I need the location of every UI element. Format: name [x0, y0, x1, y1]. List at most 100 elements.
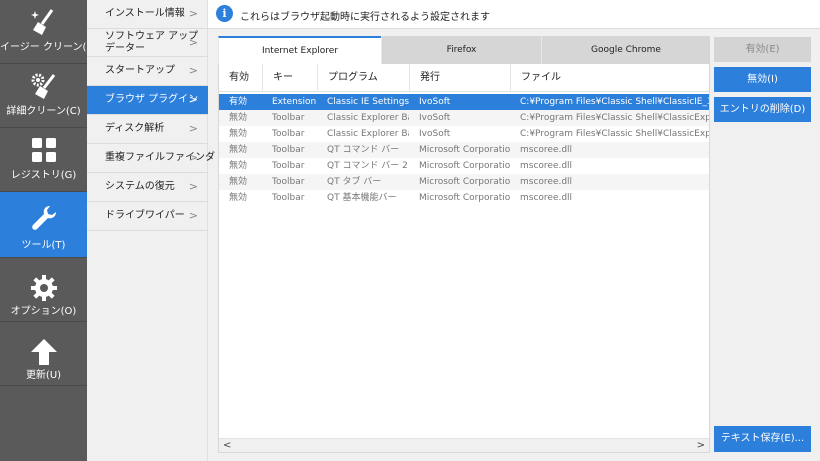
subnav-browser-plugins[interactable]: ブラウザ プラグイン >: [87, 86, 208, 115]
cell-program: Classic Explorer Bar: [327, 113, 409, 123]
broom-sparkle-icon: [31, 9, 54, 35]
info-message: これらはブラウザ起動時に実行されるよう設定されます: [240, 12, 490, 23]
nav-easy-clean[interactable]: イージー クリーン(E): [0, 0, 97, 64]
info-icon: i: [216, 5, 233, 22]
table-row[interactable]: 無効 Toolbar QT コマンド バー 2 Microsoft Corporati…: [219, 158, 709, 174]
cell-publisher: IvoSoft: [419, 129, 451, 139]
tab-firefox[interactable]: Firefox: [381, 36, 541, 64]
cell-program: QT コマンド バー 2: [327, 161, 408, 171]
delete-entry-button[interactable]: エントリの削除(D): [714, 97, 811, 122]
table-row[interactable]: 無効 Toolbar Classic Explorer Bar IvoSoft C:¥P…: [219, 126, 709, 142]
chevron-right-icon: >: [188, 180, 198, 193]
subnav-label: インストール情報: [105, 8, 185, 19]
subnav-label: システムの復元: [105, 181, 175, 192]
chevron-right-icon: >: [188, 36, 198, 49]
cell-file: C:¥Program Files¥Classic Shell¥ClassicEx…: [520, 129, 709, 139]
nav-label: オプション(O): [10, 306, 77, 317]
chevron-right-icon: >: [188, 151, 198, 164]
save-text-button[interactable]: テキスト保存(E)...: [714, 426, 811, 452]
chevron-right-icon: >: [188, 209, 198, 222]
cell-publisher: Microsoft Corporation: [419, 193, 510, 203]
cell-enabled: 無効: [229, 161, 248, 171]
cell-key: Extension: [272, 97, 317, 107]
col-publisher[interactable]: 発行: [409, 64, 510, 92]
chevron-right-icon: >: [188, 64, 198, 77]
cell-enabled: 無効: [229, 129, 248, 139]
subnav-disk-analysis[interactable]: ディスク解析 >: [87, 115, 208, 144]
cell-file: C:¥Program Files¥Classic Shell¥ClassicEx…: [520, 113, 709, 123]
cell-key: Toolbar: [272, 193, 305, 203]
table-row[interactable]: 無効 Toolbar QT タブ バー Microsoft Corporation ms…: [219, 174, 709, 190]
info-bar: i これらはブラウザ起動時に実行されるよう設定されます: [208, 0, 820, 29]
nav-label: 更新(U): [25, 370, 62, 381]
tab-google-chrome[interactable]: Google Chrome: [541, 36, 710, 64]
cell-file: mscoree.dll: [520, 145, 573, 155]
subnav-system-restore[interactable]: システムの復元 >: [87, 173, 208, 202]
cell-program: Classic Explorer Bar: [327, 129, 409, 139]
scroll-left-icon[interactable]: <: [223, 440, 231, 452]
cell-key: Toolbar: [272, 129, 305, 139]
subnav-duplicate-finder[interactable]: 重複ファイルファインダ >: [87, 144, 215, 173]
subnav-label: スタートアップ: [105, 65, 175, 76]
disable-button[interactable]: 無効(I): [714, 67, 811, 92]
horizontal-scrollbar[interactable]: < >: [219, 438, 709, 452]
nav-options[interactable]: オプション(O): [0, 258, 87, 322]
chevron-right-icon: >: [188, 122, 198, 135]
subnav-label: ドライブワイパー: [105, 210, 185, 221]
gear-icon: [31, 275, 57, 301]
col-key[interactable]: キー: [262, 64, 317, 92]
table-row[interactable]: 有効 Extension Classic IE Settings IvoSoft C:¥…: [219, 94, 709, 110]
nav-label: イージー クリーン(E): [0, 42, 97, 53]
grid-icon: [32, 138, 56, 162]
tab-internet-explorer[interactable]: Internet Explorer: [218, 36, 381, 64]
cell-publisher: Microsoft Corporation: [419, 145, 510, 155]
cell-key: Toolbar: [272, 145, 305, 155]
subnav-label: 重複ファイルファインダ: [105, 152, 215, 163]
nav-tools[interactable]: ツール(T): [0, 192, 87, 258]
cell-publisher: Microsoft Corporation: [419, 177, 510, 187]
cell-publisher: IvoSoft: [419, 97, 451, 107]
cell-enabled: 無効: [229, 193, 248, 203]
cell-program: Classic IE Settings: [327, 97, 409, 107]
cell-publisher: Microsoft Corporation: [419, 161, 510, 171]
chevron-right-icon: >: [188, 93, 198, 106]
chevron-right-icon: >: [188, 7, 198, 20]
table-header: 有効 キー プログラム 発行 ファイル: [219, 64, 709, 92]
cell-enabled: 無効: [229, 113, 248, 123]
col-program[interactable]: プログラム: [317, 64, 409, 92]
subnav-label: ディスク解析: [105, 123, 165, 134]
table-row[interactable]: 無効 Toolbar QT コマンド バー Microsoft Corporation…: [219, 142, 709, 158]
browser-tabs: Internet Explorer Firefox Google Chrome: [218, 36, 710, 64]
cell-key: Toolbar: [272, 177, 305, 187]
cell-file: mscoree.dll: [520, 193, 573, 203]
arrow-up-icon: [31, 339, 57, 365]
col-enabled[interactable]: 有効: [219, 64, 262, 92]
app-window: イージー クリーン(E) 詳細クリーン(C) レジストリ(G) ツール(T) オ…: [0, 0, 820, 461]
plugin-table: 有効 キー プログラム 発行 ファイル 有効 Extension Classic I…: [218, 64, 710, 453]
main-nav: イージー クリーン(E) 詳細クリーン(C) レジストリ(G) ツール(T) オ…: [0, 0, 97, 461]
nav-update[interactable]: 更新(U): [0, 322, 87, 386]
nav-label: レジストリ(G): [10, 170, 77, 181]
table-row[interactable]: 無効 Toolbar Classic Explorer Bar IvoSoft C:¥P…: [219, 110, 709, 126]
cell-enabled: 無効: [229, 145, 248, 155]
subnav-startup[interactable]: スタートアップ >: [87, 57, 208, 86]
nav-registry[interactable]: レジストリ(G): [0, 128, 87, 192]
cell-program: QT コマンド バー: [327, 145, 400, 155]
nav-label: ツール(T): [21, 240, 66, 251]
nav-label: 詳細クリーン(C): [6, 106, 81, 117]
enable-button[interactable]: 有効(E): [714, 37, 811, 62]
subnav-software-updater[interactable]: ソフトウェア アップデーター >: [87, 29, 208, 57]
nav-advanced-clean[interactable]: 詳細クリーン(C): [0, 64, 87, 128]
subnav-label: ブラウザ プラグイン: [105, 94, 199, 105]
subnav-drive-wiper[interactable]: ドライブワイパー >: [87, 202, 208, 231]
wrench-icon: [32, 205, 57, 230]
cell-enabled: 有効: [229, 97, 248, 107]
table-row[interactable]: 無効 Toolbar QT 基本機能バー Microsoft Corporation m…: [219, 190, 709, 206]
cell-file: mscoree.dll: [520, 177, 573, 187]
col-file[interactable]: ファイル: [510, 64, 709, 92]
tools-subnav: インストール情報 > ソフトウェア アップデーター > スタートアップ > ブラ…: [87, 0, 215, 461]
cell-program: QT 基本機能バー: [327, 193, 397, 203]
cell-program: QT タブ バー: [327, 177, 382, 187]
scroll-right-icon[interactable]: >: [697, 440, 705, 452]
subnav-install-info[interactable]: インストール情報 >: [87, 0, 208, 29]
